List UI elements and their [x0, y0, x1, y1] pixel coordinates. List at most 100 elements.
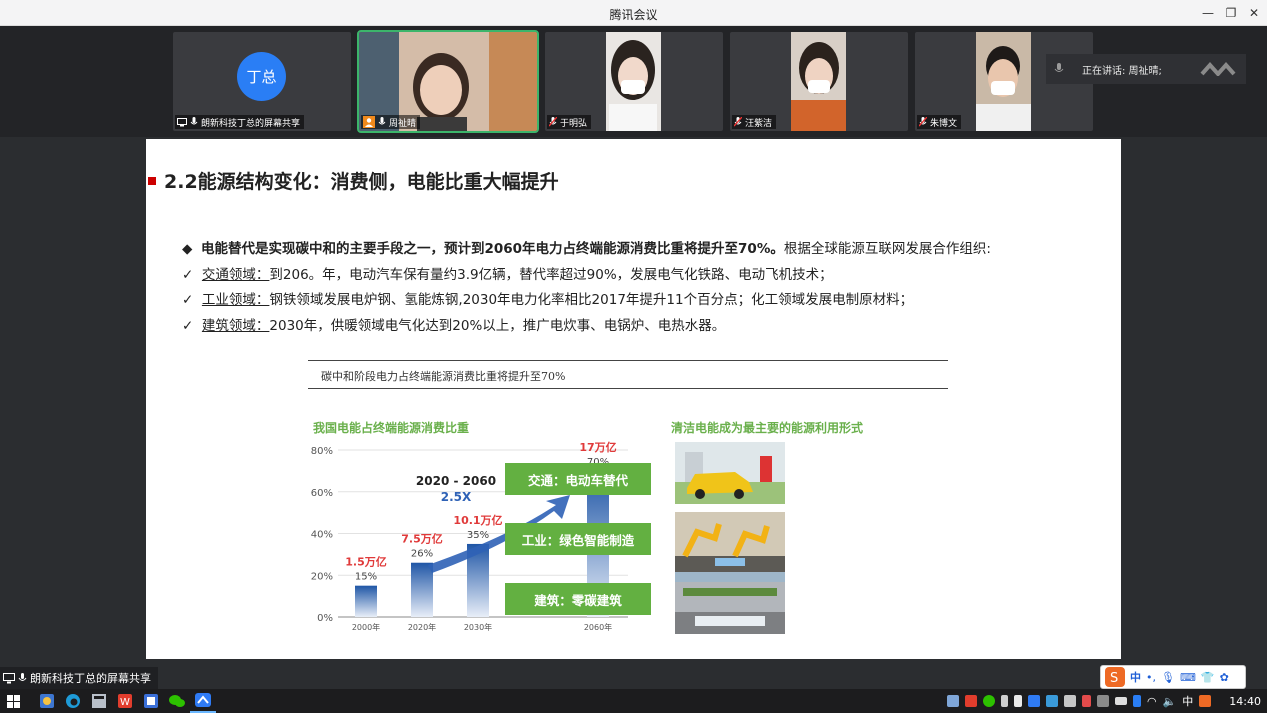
bar-annotation: 17万亿	[579, 440, 616, 454]
calculator-icon[interactable]	[86, 689, 112, 713]
electric-car-image	[675, 442, 785, 504]
tray-usb-icon[interactable]	[1013, 695, 1022, 707]
tray-security-icon[interactable]	[1063, 695, 1076, 707]
participant-namebar: 周祉晴	[361, 115, 421, 129]
tray-mic-icon[interactable]	[1000, 695, 1008, 707]
participant-name: 汪紫洁	[745, 118, 773, 129]
participant-namebar: 汪紫洁	[732, 115, 777, 129]
audio-level-icon	[1200, 62, 1236, 76]
tray-battery-icon[interactable]	[1114, 697, 1127, 705]
tray-meeting-icon[interactable]	[1027, 695, 1040, 707]
ime-keyboard-icon[interactable]: ⌨	[1180, 671, 1196, 684]
mic-muted-icon	[734, 117, 742, 127]
bullet-label: 交通领域：	[201, 266, 270, 283]
bullet-text: 到206。年，电动汽车保有量约3.9亿辆，替代率超过90%，发展电气化铁路、电动…	[269, 266, 833, 283]
screen-share-icon	[177, 117, 187, 126]
ime-lang-toggle[interactable]: 中	[1130, 669, 1141, 685]
bar	[411, 562, 433, 617]
bar-value-label: 26%	[411, 549, 433, 560]
check-icon: ✓	[182, 292, 202, 308]
tray-wifi-icon[interactable]: ◠	[1147, 695, 1157, 708]
system-tray: ◠ 🔈 中 14:40	[946, 689, 1261, 713]
caption-rule-bottom	[308, 388, 948, 389]
bar-annotation: 10.1万亿	[453, 513, 502, 527]
bar-value-label: 35%	[467, 530, 489, 541]
tencent-meeting-icon[interactable]	[190, 689, 216, 713]
arrow-period-label: 2020 - 2060	[416, 474, 496, 488]
participant-name: 朱博文	[930, 118, 958, 129]
app-store-icon[interactable]	[138, 689, 164, 713]
participant-name: 周祉晴	[389, 118, 417, 129]
ime-toolbox-icon[interactable]: ✿	[1220, 671, 1229, 684]
ime-voice-icon[interactable]: 🎙	[1161, 671, 1175, 684]
screen-share-label[interactable]: 朗新科技丁总的屏幕共享	[0, 667, 158, 689]
tray-sync-icon[interactable]	[1045, 695, 1058, 707]
window-title: 腾讯会议	[609, 8, 658, 22]
x-tick-label: 2000年	[352, 622, 380, 632]
tray-display-icon[interactable]	[1096, 695, 1109, 707]
participant-name: 朗新科技丁总的屏幕共享	[201, 118, 301, 129]
svg-text:S: S	[1110, 671, 1118, 686]
bullet-item: ✓ 建筑领域：2030年，供暖领域电气化达到20%以上，推广电炊事、电锅炉、电热…	[182, 314, 991, 340]
mic-icon	[190, 117, 198, 125]
sogou-logo-icon: S	[1105, 667, 1125, 687]
smart-factory-image	[675, 512, 785, 574]
screen-share-icon	[3, 672, 15, 683]
participant-tile[interactable]: 汪紫洁	[730, 32, 908, 131]
tray-bluetooth-icon[interactable]	[1132, 695, 1141, 707]
start-windows-icon[interactable]	[0, 689, 26, 713]
mic-icon	[378, 117, 386, 125]
participant-name: 于明弘	[560, 118, 588, 129]
wps-icon[interactable]: W	[112, 689, 138, 713]
bullet-list: ◆ 电能替代是实现碳中和的主要手段之一，预计到2060年电力占终端能源消费比重将…	[182, 237, 991, 339]
tray-wechat-icon[interactable]	[982, 695, 995, 707]
tray-sogou-icon[interactable]	[1199, 695, 1212, 707]
check-icon: ✓	[182, 317, 202, 334]
bullet-label: 工业领域：	[201, 292, 270, 308]
photos-app-icon[interactable]	[34, 689, 60, 713]
y-tick-label: 80%	[311, 446, 333, 457]
minimize-button[interactable]: —	[1199, 4, 1217, 22]
bar-annotation: 7.5万亿	[401, 532, 443, 546]
taskbar-clock[interactable]: 14:40	[1229, 695, 1261, 708]
wechat-icon[interactable]	[164, 689, 190, 713]
y-tick-label: 0%	[317, 613, 333, 624]
participant-tile[interactable]: 于明弘	[545, 32, 723, 131]
zero-carbon-building-image	[675, 572, 785, 634]
restore-button[interactable]: ❐	[1222, 4, 1240, 22]
tray-app-icon[interactable]	[946, 695, 959, 707]
close-button[interactable]: ✕	[1245, 4, 1263, 22]
tray-wps-icon[interactable]	[964, 695, 977, 707]
y-tick-label: 20%	[311, 571, 333, 582]
diamond-bullet-icon: ◆	[182, 241, 201, 257]
bullet-item: ✓ 工业领域：钢铁领域发展电炉钢、氢能炼钢,2030年电力化率相比2017年提升…	[182, 288, 991, 314]
y-tick-label: 60%	[311, 488, 333, 499]
tray-speaker-icon[interactable]: 🔈	[1163, 695, 1177, 708]
ime-skin-icon[interactable]: 👕	[1201, 671, 1215, 684]
right-panel-title: 清洁电能成为最主要的能源利用形式	[671, 421, 864, 435]
screen-share-text: 朗新科技丁总的屏幕共享	[30, 672, 151, 685]
mic-icon	[18, 672, 27, 681]
participant-namebar: 朗新科技丁总的屏幕共享	[175, 115, 305, 129]
ime-punct-toggle[interactable]: •,	[1146, 671, 1156, 684]
tray-volume-alert-icon[interactable]	[1081, 695, 1091, 707]
x-tick-label: 2060年	[584, 622, 612, 632]
figure-caption: 碳中和阶段电力占终端能源消费比重将提升至70%	[321, 370, 566, 383]
title-marker	[148, 177, 156, 185]
edge-browser-icon[interactable]	[60, 689, 86, 713]
bullet-main: ◆ 电能替代是实现碳中和的主要手段之一，预计到2060年电力占终端能源消费比重将…	[182, 237, 991, 263]
speaking-indicator: 正在讲话: 周祉晴;	[1046, 54, 1246, 84]
participant-tile[interactable]: 丁总 朗新科技丁总的屏幕共享	[173, 32, 351, 131]
building-tag: 建筑：零碳建筑	[505, 583, 651, 615]
bullet-main-bold: 电能替代是实现碳中和的主要手段之一，预计到2060年电力占终端能源消费比重将提升…	[200, 241, 784, 257]
taskbar: W ◠ 🔈 中 14:40	[0, 689, 1267, 713]
x-tick-label: 2030年	[464, 622, 492, 632]
participant-namebar: 朱博文	[917, 115, 962, 129]
transport-tag: 交通：电动车替代	[505, 463, 651, 495]
ime-toolbar[interactable]: S 中 •, 🎙 ⌨ 👕 ✿	[1100, 665, 1246, 689]
host-icon	[363, 116, 375, 128]
left-panel-title: 我国电能占终端能源消费比重	[313, 421, 470, 435]
industry-tag: 工业：绿色智能制造	[505, 523, 651, 555]
tray-lang[interactable]: 中	[1182, 693, 1193, 709]
participant-tile[interactable]: 周祉晴	[357, 30, 539, 133]
